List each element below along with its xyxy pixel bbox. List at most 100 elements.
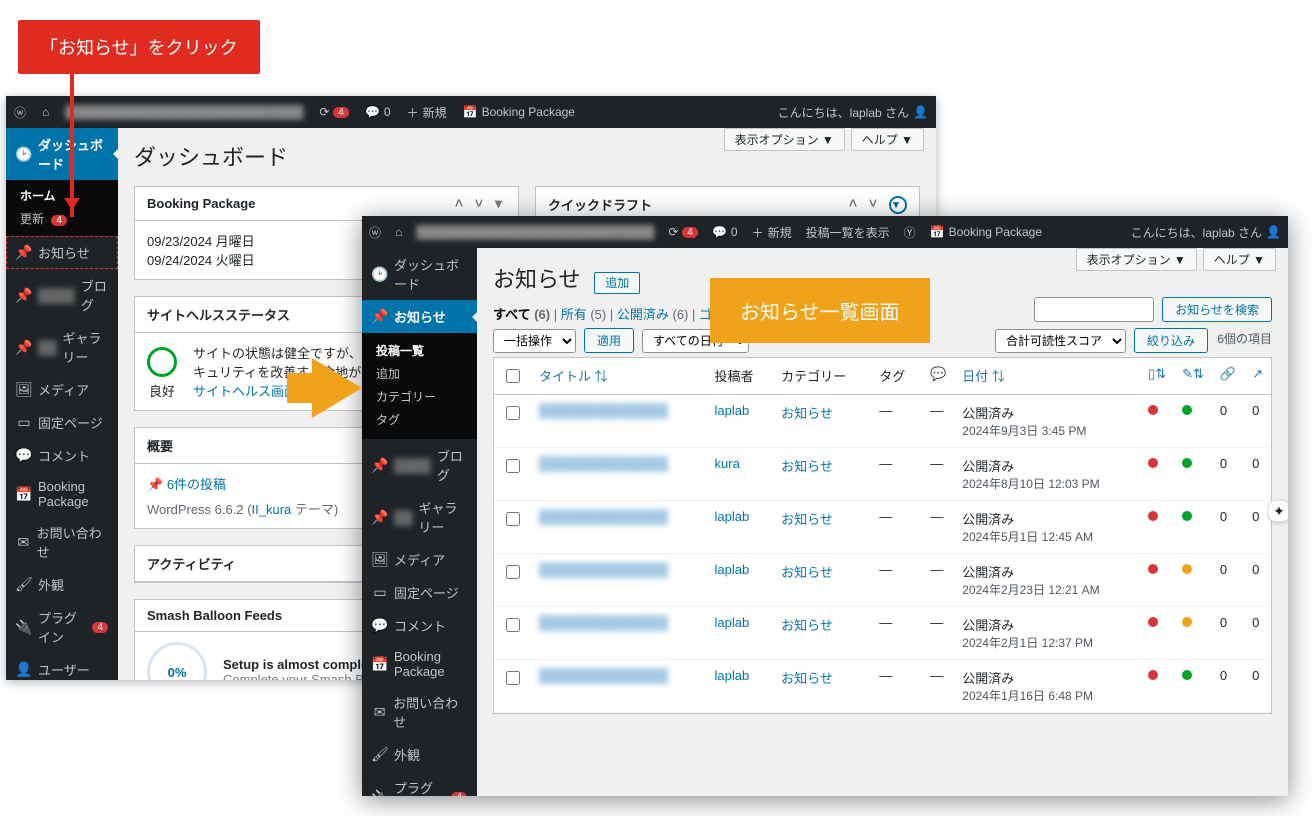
row-title[interactable]: ██████████████	[531, 448, 707, 501]
bulk-action-select[interactable]: 一括操作	[493, 329, 576, 353]
greeting[interactable]: こんにちは、laplab さん 👤	[1124, 224, 1288, 241]
updates-indicator[interactable]: ⟳ 4	[311, 105, 357, 119]
sidebar-item-appearance[interactable]: 🖌外観	[362, 738, 477, 771]
sidebar-item-media[interactable]: 🖼メディア	[6, 373, 118, 406]
booking-link[interactable]: 📅 Booking Package	[455, 105, 583, 119]
search-input[interactable]	[1034, 297, 1154, 322]
help-circle-icon[interactable]: ▾	[889, 196, 907, 214]
row-checkbox[interactable]	[506, 406, 520, 420]
sidebar-sub-tag[interactable]: タグ	[376, 408, 477, 431]
ai-sparkle-icon[interactable]: ✦	[1268, 500, 1288, 522]
screen-options-button[interactable]: 表示オプション ▼	[724, 128, 845, 151]
sidebar-item-contact[interactable]: ✉お問い合わせ	[6, 516, 118, 568]
row-checkbox[interactable]	[506, 459, 520, 473]
panel-controls[interactable]: ˄ ˅ ▾	[455, 195, 506, 212]
sidebar-item-plugins[interactable]: 🔌プラグイン 4	[6, 601, 118, 653]
yoast-icon[interactable]: Ⓨ	[897, 224, 923, 241]
add-new-button[interactable]: 追加	[594, 272, 640, 294]
sidebar-item-plugins[interactable]: 🔌プラグイン 4	[362, 771, 477, 796]
row-category[interactable]: お知らせ	[781, 406, 833, 421]
row-author[interactable]: laplab	[715, 403, 750, 418]
filter-button[interactable]: 絞り込み	[1134, 328, 1208, 353]
home-icon[interactable]: ⌂	[388, 225, 409, 239]
row-category[interactable]: お知らせ	[781, 459, 833, 474]
row-author[interactable]: laplab	[715, 562, 750, 577]
view-posts-link[interactable]: 投稿一覧を表示	[799, 224, 897, 241]
sidebar-item-gallery[interactable]: 📌██ギャラリー	[362, 491, 477, 543]
wp-version: WordPress 6.6.2 (	[147, 502, 252, 517]
sidebar-item-pages[interactable]: ▭固定ページ	[362, 576, 477, 609]
sidebar-item-oshirase[interactable]: 📌お知らせ	[6, 236, 118, 269]
comments-indicator[interactable]: 💬 0	[705, 225, 745, 239]
row-checkbox[interactable]	[506, 618, 520, 632]
sidebar-item-comments[interactable]: 💬コメント	[6, 439, 118, 472]
row-title[interactable]: ██████████████	[531, 395, 707, 448]
seo-score-select[interactable]: 合計可読性スコア	[995, 329, 1126, 353]
row-category[interactable]: お知らせ	[781, 618, 833, 633]
new-link[interactable]: ＋ 新規	[745, 224, 799, 241]
sidebar-item-appearance[interactable]: 🖌外観	[6, 568, 118, 601]
col-date[interactable]: 日付 ⇅	[954, 358, 1140, 395]
row-tag: —	[871, 501, 922, 554]
sidebar-item-comments[interactable]: 💬コメント	[362, 609, 477, 642]
row-checkbox[interactable]	[506, 512, 520, 526]
sidebar-sub-cat[interactable]: カテゴリー	[376, 385, 477, 408]
sidebar-item-dashboard[interactable]: 🕑ダッシュボード	[6, 128, 118, 180]
row-title[interactable]: ██████████████	[531, 607, 707, 660]
sidebar-item-oshirase[interactable]: 📌お知らせ	[362, 300, 477, 333]
seo-dot-icon	[1148, 564, 1158, 574]
site-name-link[interactable]: ████████████████████████████	[57, 105, 311, 119]
sidebar-item-blog[interactable]: 📌████ブログ	[6, 269, 118, 321]
row-author[interactable]: laplab	[715, 668, 750, 683]
panel-controls[interactable]: ˄ ˅ ▾	[849, 195, 907, 214]
row-title[interactable]: ██████████████	[531, 660, 707, 713]
comments-indicator[interactable]: 💬 0	[357, 105, 399, 119]
sidebar-sub-add[interactable]: 追加	[376, 362, 477, 385]
glance-posts-link[interactable]: 6件の投稿	[167, 477, 226, 492]
row-author[interactable]: kura	[715, 456, 740, 471]
search-button[interactable]: お知らせを検索	[1162, 297, 1272, 322]
table-row: ██████████████kuraお知らせ——公開済み2024年8月10日 1…	[494, 448, 1271, 501]
sidebar-item-booking[interactable]: 📅Booking Package	[6, 472, 118, 516]
sidebar-item-dashboard[interactable]: 🕑ダッシュボード	[362, 248, 477, 300]
screen-options-button[interactable]: 表示オプション ▼	[1076, 248, 1197, 271]
select-all-checkbox[interactable]	[506, 369, 520, 383]
sidebar-item-contact[interactable]: ✉お問い合わせ	[362, 686, 477, 738]
comment-icon: 💬	[16, 448, 32, 464]
row-checkbox[interactable]	[506, 671, 520, 685]
new-link[interactable]: ＋ 新規	[399, 104, 455, 121]
wp-logo-icon[interactable]: ⓦ	[362, 224, 388, 241]
sidebar-item-users[interactable]: 👤ユーザー	[6, 653, 118, 680]
sidebar-item-blog[interactable]: 📌████ブログ	[362, 439, 477, 491]
sitehealth-link[interactable]: サイトヘルス画面	[193, 384, 297, 399]
booking-link[interactable]: 📅 Booking Package	[923, 225, 1049, 239]
filter-all[interactable]: すべて (6)	[493, 307, 550, 322]
sidebar-item-pages[interactable]: ▭固定ページ	[6, 406, 118, 439]
row-checkbox[interactable]	[506, 565, 520, 579]
sidebar-item-media[interactable]: 🖼メディア	[362, 543, 477, 576]
row-author[interactable]: laplab	[715, 509, 750, 524]
row-category[interactable]: お知らせ	[781, 565, 833, 580]
help-button[interactable]: ヘルプ ▼	[851, 128, 924, 151]
site-name-link[interactable]: ████████████████████████████	[409, 225, 661, 239]
row-category[interactable]: お知らせ	[781, 512, 833, 527]
sidebar-item-booking[interactable]: 📅Booking Package	[362, 642, 477, 686]
wp-logo-icon[interactable]: ⓦ	[6, 104, 34, 121]
help-button[interactable]: ヘルプ ▼	[1203, 248, 1276, 271]
sidebar-sub-list[interactable]: 投稿一覧	[376, 339, 477, 362]
col-comments[interactable]: 💬	[922, 358, 954, 395]
col-title[interactable]: タイトル ⇅	[531, 358, 707, 395]
row-author[interactable]: laplab	[715, 615, 750, 630]
filter-own[interactable]: 所有 (5)	[561, 307, 607, 322]
sidebar-item-gallery[interactable]: 📌██ギャラリー	[6, 321, 118, 373]
row-category[interactable]: お知らせ	[781, 671, 833, 686]
theme-link[interactable]: II_kura	[252, 502, 292, 517]
row-title[interactable]: ██████████████	[531, 554, 707, 607]
greeting[interactable]: こんにちは、laplab さん 👤	[770, 104, 936, 121]
admin-sidebar: 🕑ダッシュボード 📌お知らせ 投稿一覧 追加 カテゴリー タグ 📌████ブログ…	[362, 248, 477, 796]
home-icon[interactable]: ⌂	[34, 105, 57, 119]
updates-indicator[interactable]: ⟳ 4	[661, 225, 705, 239]
row-title[interactable]: ██████████████	[531, 501, 707, 554]
apply-button[interactable]: 適用	[584, 328, 634, 353]
filter-pub[interactable]: 公開済み (6)	[617, 307, 689, 322]
